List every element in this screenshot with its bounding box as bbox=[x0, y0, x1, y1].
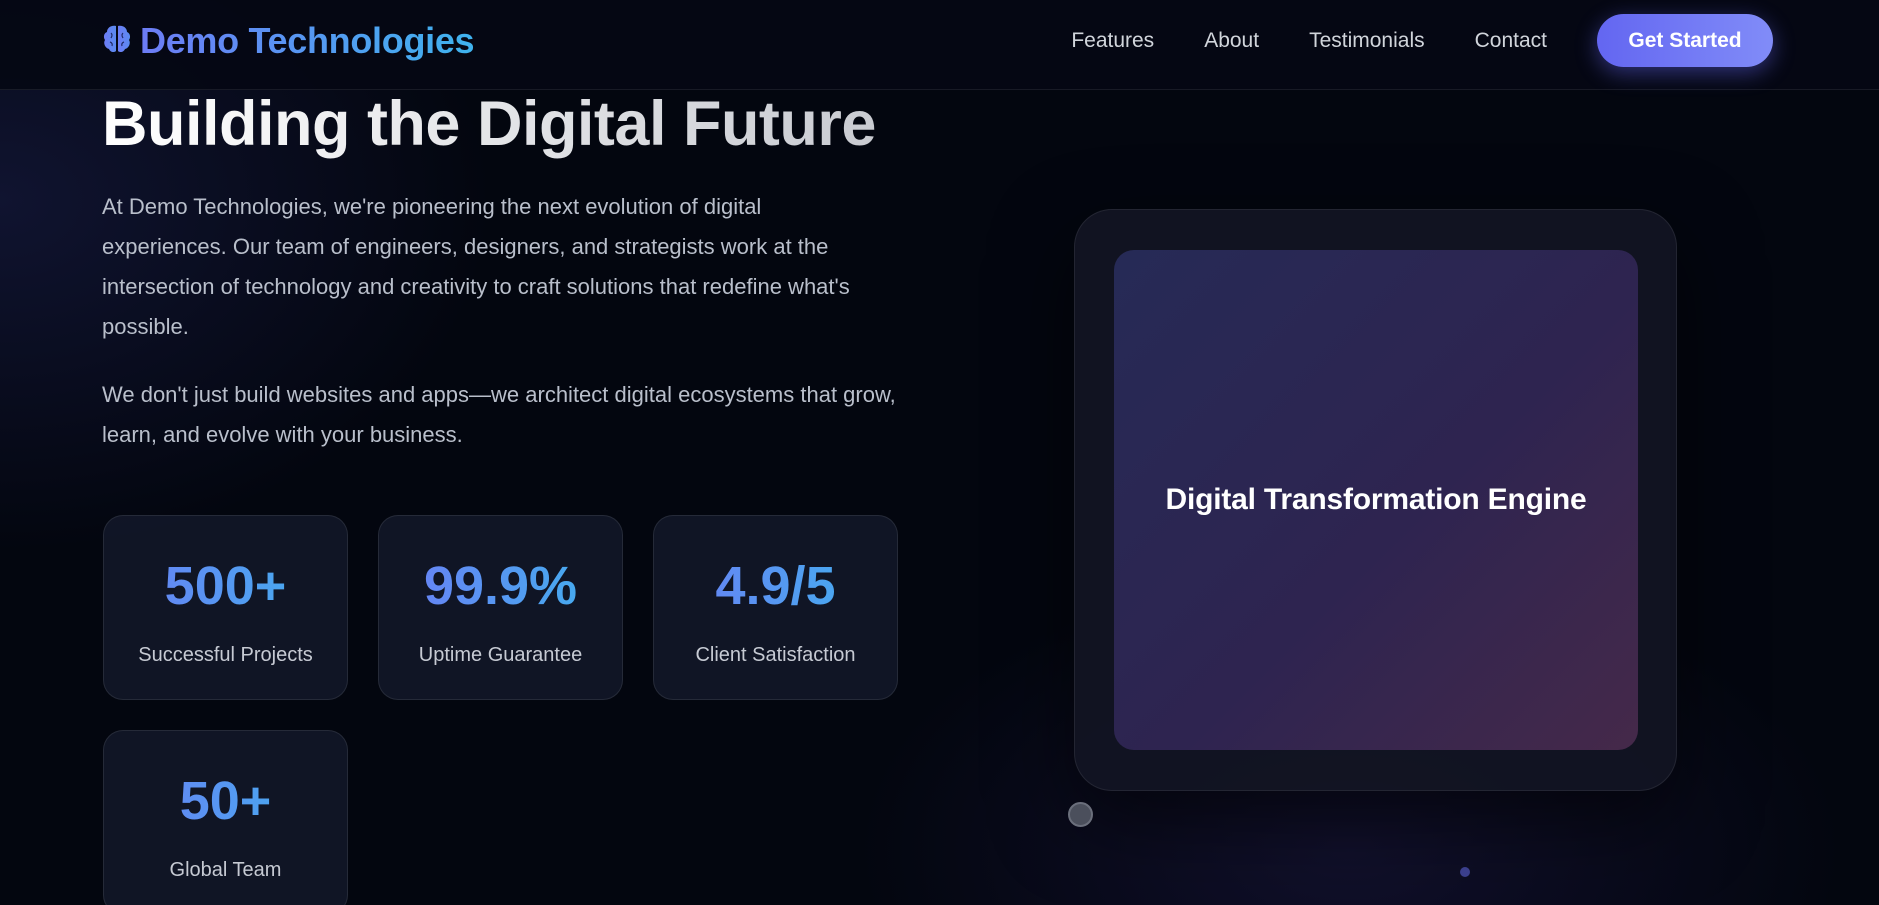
hero-title: Building the Digital Future bbox=[102, 89, 876, 159]
visual-frame: Digital Transformation Engine bbox=[1074, 209, 1677, 791]
stat-label: Global Team bbox=[169, 859, 282, 881]
nav-link-testimonials[interactable]: Testimonials bbox=[1309, 26, 1425, 56]
stat-value: 99.9% bbox=[379, 556, 622, 616]
main-nav: Features About Testimonials Contact bbox=[1071, 26, 1547, 56]
brain-icon bbox=[102, 23, 132, 60]
stat-card-satisfaction: 4.9/5 Client Satisfaction bbox=[653, 515, 898, 700]
floating-particle bbox=[1460, 867, 1470, 877]
brand-logo[interactable]: Demo Technologies bbox=[102, 20, 475, 62]
visual-screen: Digital Transformation Engine bbox=[1114, 250, 1638, 750]
floating-orb bbox=[1068, 802, 1093, 827]
visual-title: Digital Transformation Engine bbox=[1165, 483, 1587, 516]
stat-card-team: 50+ Global Team bbox=[103, 730, 348, 905]
nav-link-about[interactable]: About bbox=[1204, 26, 1259, 56]
nav-link-contact[interactable]: Contact bbox=[1475, 26, 1547, 56]
stat-card-uptime: 99.9% Uptime Guarantee bbox=[378, 515, 623, 700]
stat-value: 4.9/5 bbox=[654, 556, 897, 616]
stat-value: 500+ bbox=[104, 556, 347, 616]
nav-link-features[interactable]: Features bbox=[1071, 26, 1154, 56]
stat-card-projects: 500+ Successful Projects bbox=[103, 515, 348, 700]
stat-label: Client Satisfaction bbox=[695, 644, 856, 666]
get-started-button[interactable]: Get Started bbox=[1597, 14, 1773, 67]
stat-value: 50+ bbox=[104, 771, 347, 831]
stat-label: Uptime Guarantee bbox=[418, 644, 583, 666]
brand-name: Demo Technologies bbox=[140, 20, 475, 61]
hero-paragraph-intro: At Demo Technologies, we're pioneering t… bbox=[102, 194, 850, 339]
hero-paragraph-ecosystem: We don't just build websites and apps—we… bbox=[102, 382, 896, 447]
site-header: Demo Technologies Features About Testimo… bbox=[0, 0, 1879, 90]
stat-label: Successful Projects bbox=[138, 644, 313, 666]
